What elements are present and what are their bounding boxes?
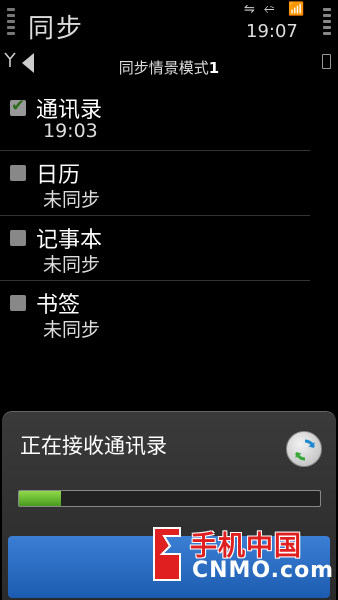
status-bar: 同步 ⇋ ⭉ 📶 19:07 (0, 0, 338, 48)
profile-nav: 同步情景模式1 (0, 50, 338, 80)
dialog-message: 正在接收通讯录 (20, 434, 167, 458)
sync-content-list: 通讯录 19:03 日历 未同步 记事本 未同步 书签 未同步 (0, 86, 338, 346)
list-item-calendar[interactable]: 日历 未同步 (0, 151, 310, 216)
app-title: 同步 (28, 14, 85, 44)
signal-lock-icon: 📶 (288, 2, 305, 17)
list-item-notes[interactable]: 记事本 未同步 (0, 216, 310, 281)
status-icons: ⇋ ⭉ 📶 (244, 2, 316, 20)
profile-number: 1 (208, 59, 220, 77)
item-sync-status: 未同步 (43, 319, 101, 341)
checkbox-unchecked-icon[interactable] (10, 165, 26, 181)
usb-icon: ⭉ (264, 2, 275, 17)
checkbox-unchecked-icon[interactable] (10, 230, 26, 246)
watermark: 手机中国 CNMO.com (150, 520, 333, 592)
progress-bar (18, 490, 321, 507)
list-item-contacts[interactable]: 通讯录 19:03 (0, 86, 310, 151)
watermark-en: CNMO.com (192, 558, 335, 583)
battery-icon (322, 54, 331, 69)
battery-level-bar (323, 8, 331, 42)
item-sync-status: 未同步 (43, 254, 101, 276)
clock: 19:07 (246, 21, 298, 42)
profile-name: 同步情景模式 (118, 59, 209, 77)
checkbox-checked-icon[interactable] (10, 96, 26, 116)
sync-status-icon: ⇋ (244, 2, 255, 17)
item-sync-status: 19:03 (43, 120, 98, 142)
profile-label: 同步情景模式1 (0, 57, 338, 78)
signal-strength-bar (7, 8, 15, 42)
checkbox-unchecked-icon[interactable] (10, 295, 26, 311)
sync-refresh-icon (286, 431, 322, 467)
progress-fill (19, 491, 62, 506)
list-item-bookmarks[interactable]: 书签 未同步 (0, 281, 310, 346)
cnmo-logo-icon (153, 527, 181, 581)
item-sync-status: 未同步 (43, 189, 101, 211)
